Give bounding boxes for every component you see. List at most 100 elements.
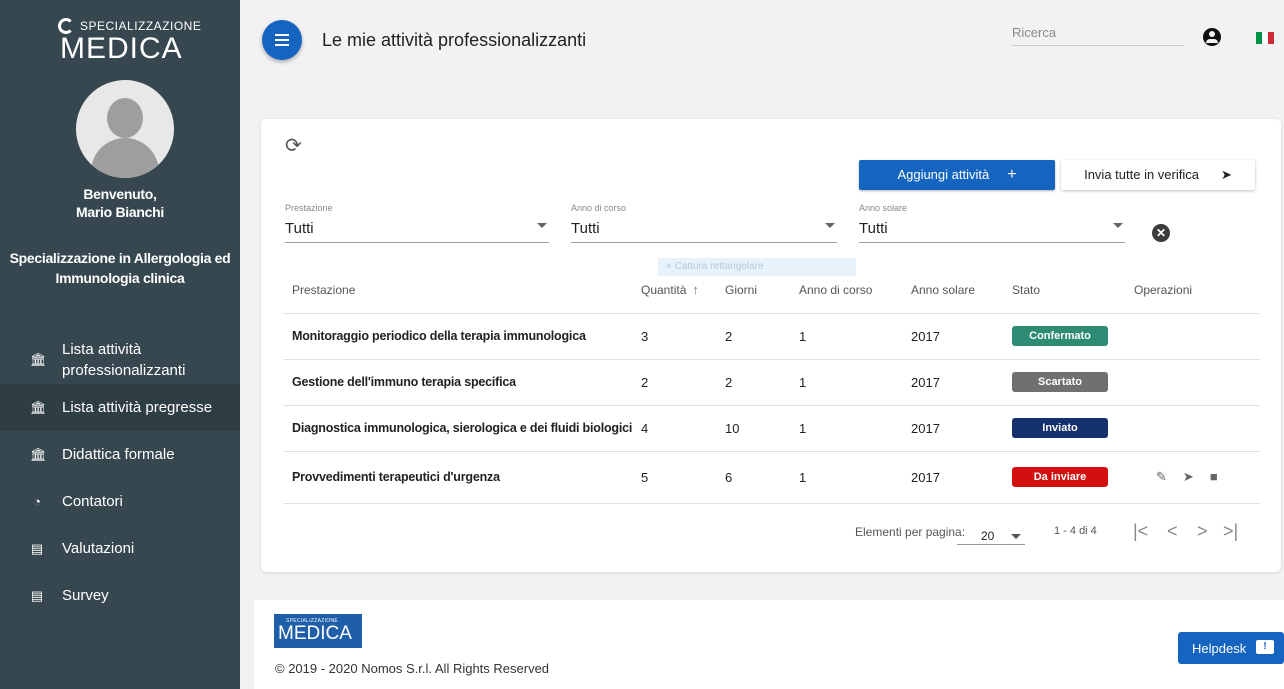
hamburger-icon xyxy=(275,39,289,41)
sidebar-item-label: Contatori xyxy=(62,493,123,510)
filter-anno-corso[interactable]: Anno di corso Tutti xyxy=(571,203,837,243)
filter-prestazione[interactable]: Prestazione Tutti xyxy=(285,203,549,243)
send-icon: ➤ xyxy=(1220,167,1232,182)
status-badge: Da inviare xyxy=(1012,467,1108,487)
account-icon-body xyxy=(1206,39,1218,43)
delete-icon[interactable]: ■ xyxy=(1210,469,1218,485)
cell-quantita: 2 xyxy=(641,359,725,406)
filter-value: Tutti xyxy=(285,220,314,237)
status-badge: Confermato xyxy=(1012,326,1108,346)
cell-anno-solare: 2017 xyxy=(911,451,1012,504)
column-header-anno-solare[interactable]: Anno solare xyxy=(911,267,1012,314)
bank-icon: 🏛 xyxy=(30,446,47,462)
table-header-row: Prestazione Quantità ↑ Giorni Anno di cor… xyxy=(283,267,1260,314)
column-header-giorni[interactable]: Giorni xyxy=(725,267,799,314)
column-header-operazioni: Operazioni xyxy=(1134,267,1260,314)
gauge-icon: ◔ xyxy=(33,494,41,509)
account-icon[interactable] xyxy=(1203,28,1221,46)
specialization-line2: Immunologia clinica xyxy=(55,270,185,286)
copyright-text: © 2019 - 2020 Nomos S.r.l. All Rights Re… xyxy=(275,661,550,676)
send-all-button[interactable]: Invia tutte in verifica ➤ xyxy=(1061,160,1255,190)
cell-anno-solare: 2017 xyxy=(911,359,1012,406)
cell-anno-solare: 2017 xyxy=(911,405,1012,452)
column-header-stato[interactable]: Stato xyxy=(1012,267,1134,314)
sidebar-item-label: Valutazioni xyxy=(62,540,135,557)
column-header-quantita[interactable]: Quantità ↑ xyxy=(641,267,725,314)
cell-anno-solare: 2017 xyxy=(911,313,1012,360)
cell-operazioni xyxy=(1134,313,1260,360)
column-header-label: Quantità xyxy=(641,283,687,298)
footer-logo-name: MEDICA xyxy=(278,623,352,644)
add-activity-button[interactable]: Aggiungi attività + xyxy=(859,160,1055,190)
cell-stato: Confermato xyxy=(1012,313,1134,360)
refresh-icon[interactable]: ⟳ xyxy=(285,133,302,158)
edit-icon[interactable]: ✎ xyxy=(1156,469,1167,485)
specialization-line1: Specializzazione in Allergologia ed xyxy=(9,250,231,266)
chevron-down-icon xyxy=(537,223,547,228)
sidebar-item-contatori[interactable]: ◔ Contatori xyxy=(0,478,240,525)
page-range: 1 - 4 di 4 xyxy=(1054,525,1097,537)
cell-quantita: 3 xyxy=(641,313,725,360)
italian-flag-icon[interactable] xyxy=(1256,32,1274,44)
chevron-down-icon xyxy=(1113,223,1123,228)
next-page-button[interactable]: > xyxy=(1197,521,1208,542)
cell-operazioni xyxy=(1134,359,1260,406)
sidebar: SPECIALIZZAZIONE MEDICA Benvenuto, Mario… xyxy=(0,0,240,689)
cell-operazioni: ✎ ➤ ■ xyxy=(1134,451,1260,504)
status-badge: Scartato xyxy=(1012,372,1108,392)
sidebar-item-lista-attivita[interactable]: 🏛 Lista attività professionalizzanti xyxy=(0,336,240,384)
sidebar-item-survey[interactable]: ▤ Survey xyxy=(0,572,240,619)
cell-anno-corso: 1 xyxy=(799,359,911,406)
plus-icon: + xyxy=(1007,166,1017,183)
first-page-button[interactable]: |< xyxy=(1133,521,1148,542)
user-name: Mario Bianchi xyxy=(76,204,164,220)
sidebar-item-valutazioni[interactable]: ▤ Valutazioni xyxy=(0,525,240,572)
send-icon[interactable]: ➤ xyxy=(1183,469,1194,485)
cell-giorni: 6 xyxy=(725,451,799,504)
cell-anno-corso: 1 xyxy=(799,405,911,452)
column-header-prestazione[interactable]: Prestazione xyxy=(283,267,641,314)
cell-stato: Scartato xyxy=(1012,359,1134,406)
welcome-text: Benvenuto, xyxy=(83,186,157,202)
table-row[interactable]: Provvedimenti terapeutici d'urgenza 5 6 … xyxy=(283,451,1260,504)
footer-logo[interactable]: SPECIALIZZAZIONE MEDICA xyxy=(274,614,362,648)
table-row[interactable]: Gestione dell'immuno terapia specifica 2… xyxy=(283,359,1260,406)
cell-prestazione: Provvedimenti terapeutici d'urgenza xyxy=(283,451,641,504)
sidebar-menu: 🏛 Lista attività professionalizzanti 🏛 L… xyxy=(0,336,240,619)
table-row[interactable]: Diagnostica immunologica, sierologica e … xyxy=(283,405,1260,452)
brand-name: MEDICA xyxy=(60,32,183,65)
filter-anno-solare[interactable]: Anno solare Tutti xyxy=(859,203,1125,243)
table-row[interactable]: Monitoraggio periodico della terapia imm… xyxy=(283,313,1260,360)
bank-icon: 🏛 xyxy=(30,399,47,415)
bank-icon: 🏛 xyxy=(30,352,47,367)
cell-prestazione: Gestione dell'immuno terapia specifica xyxy=(283,359,641,406)
cell-giorni: 10 xyxy=(725,405,799,452)
column-header-anno-corso[interactable]: Anno di corso xyxy=(799,267,911,314)
per-page-select[interactable]: 20 xyxy=(957,527,1025,545)
cell-anno-corso: 1 xyxy=(799,451,911,504)
sort-arrow-icon: ↑ xyxy=(692,282,699,298)
avatar-body xyxy=(91,138,159,178)
cell-quantita: 5 xyxy=(641,451,725,504)
search-input[interactable] xyxy=(1012,25,1184,40)
brand-subtitle: SPECIALIZZAZIONE xyxy=(80,19,202,33)
sidebar-item-didattica[interactable]: 🏛 Didattica formale xyxy=(0,431,240,478)
cell-anno-corso: 1 xyxy=(799,313,911,360)
menu-toggle-button[interactable] xyxy=(262,20,302,60)
clear-filters-icon[interactable]: ✕ xyxy=(1152,224,1170,242)
per-page-value: 20 xyxy=(981,529,995,543)
avatar[interactable] xyxy=(76,80,174,178)
last-page-button[interactable]: >| xyxy=(1223,521,1238,542)
previous-page-button[interactable]: < xyxy=(1167,521,1178,542)
brand-logo[interactable]: SPECIALIZZAZIONE MEDICA xyxy=(58,16,201,68)
sidebar-item-label: Survey xyxy=(62,587,109,604)
column-header-label: Stato xyxy=(1012,282,1041,297)
sidebar-item-label: Didattica formale xyxy=(62,446,175,463)
cell-prestazione: Diagnostica immunologica, sierologica e … xyxy=(283,405,641,452)
sidebar-item-lista-pregresse[interactable]: 🏛 Lista attività pregresse xyxy=(0,384,240,431)
helpdesk-button[interactable]: Helpdesk ! xyxy=(1178,632,1284,664)
cell-quantita: 4 xyxy=(641,405,725,452)
filter-value: Tutti xyxy=(571,220,600,237)
add-activity-label: Aggiungi attività xyxy=(897,167,990,182)
column-header-label: Anno solare xyxy=(911,282,976,297)
